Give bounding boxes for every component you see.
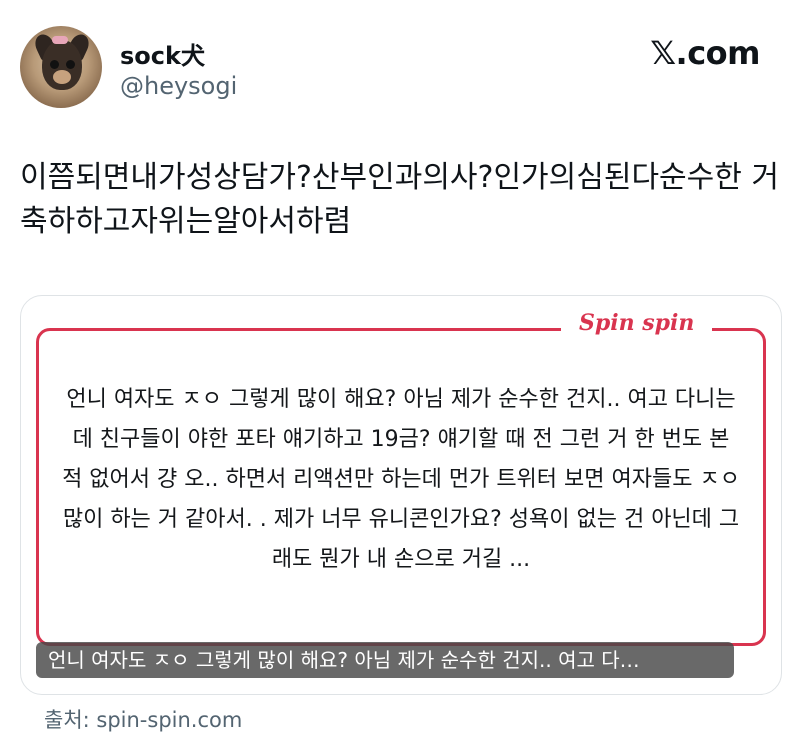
user-handle[interactable]: @heysogi: [120, 72, 237, 100]
display-name[interactable]: sock犬: [120, 36, 205, 71]
image-caption: 언니 여자도 ㅈㅇ 그렇게 많이 해요? 아님 제가 순수한 건지.. 여고 다…: [36, 642, 734, 678]
quote-text: 언니 여자도 ㅈㅇ 그렇게 많이 해요? 아님 제가 순수한 건지.. 여고 다…: [62, 387, 740, 572]
avatar[interactable]: [20, 26, 102, 108]
x-logo[interactable]: 𝕏.com: [650, 34, 760, 72]
brand-logo: Spin spin: [561, 310, 713, 336]
tweet-text: 이쯤되면내가성상담가?산부인과의사?인가의심된다순수한 거축하하고자위는알아서하…: [20, 160, 779, 239]
media-card[interactable]: Spin spin 언니 여자도 ㅈㅇ 그렇게 많이 해요? 아님 제가 순수한…: [20, 295, 782, 695]
tweet-header: sock犬 @heysogi 𝕏.com: [0, 0, 800, 120]
source-link[interactable]: 출처: spin-spin.com: [44, 704, 242, 734]
